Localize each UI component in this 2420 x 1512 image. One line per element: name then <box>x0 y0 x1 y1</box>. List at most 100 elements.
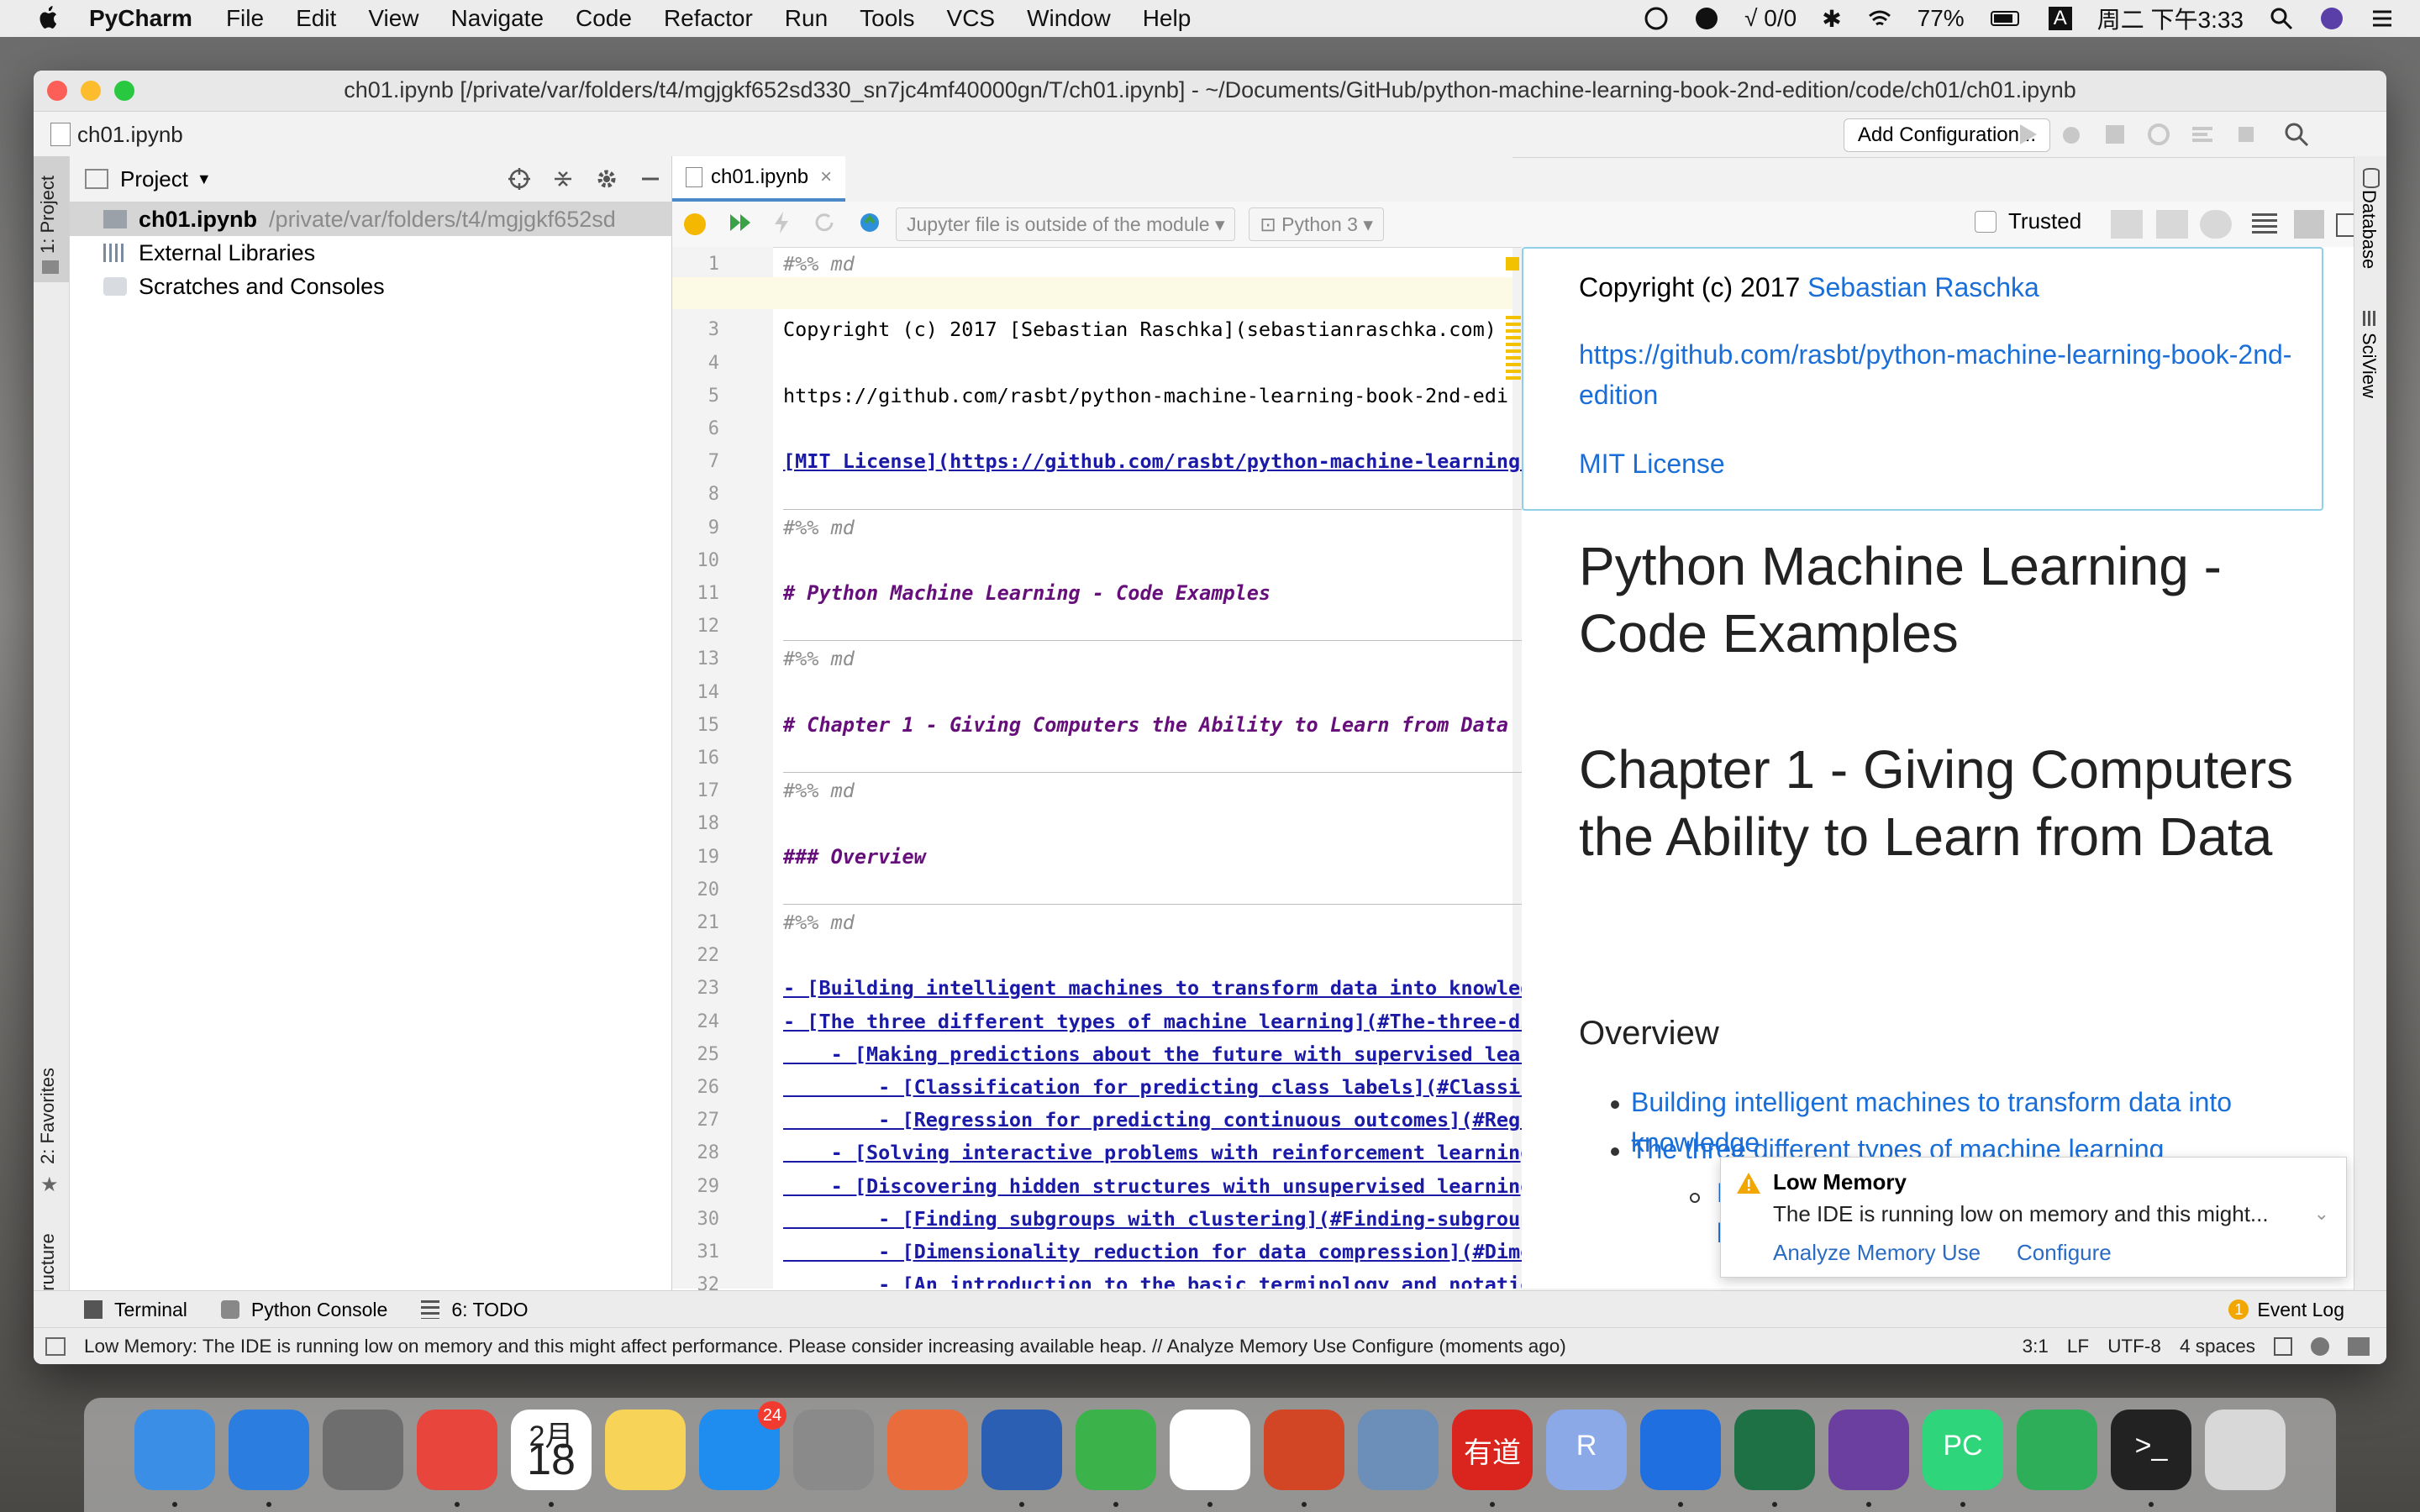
wifi-icon[interactable] <box>1867 6 1892 31</box>
author-link[interactable]: Sebastian Raschka <box>1807 272 2039 302</box>
dock-baidu-netdisk-icon[interactable] <box>1170 1410 1250 1490</box>
dock-system-preferences-icon[interactable] <box>793 1410 874 1490</box>
terminal-tab[interactable]: Terminal <box>84 1299 187 1321</box>
status-check-text[interactable]: √ 0/0 <box>1744 5 1797 32</box>
tree-item-name[interactable]: Scratches and Consoles <box>139 274 385 300</box>
tree-item-scratches[interactable]: Scratches and Consoles <box>70 270 671 303</box>
dock-r-icon[interactable]: R <box>1546 1410 1627 1490</box>
kernel-dropdown[interactable]: ⊡ Python 3 ▾ <box>1249 207 1384 241</box>
toggle-tool-windows-icon[interactable] <box>45 1337 66 1356</box>
code-line[interactable]: Copyright (c) 2017 [Sebastian Raschka](s… <box>783 318 1497 341</box>
code-line[interactable]: ### Overview <box>783 845 926 869</box>
sciview-tab[interactable]: SciView <box>2358 333 2380 398</box>
locate-icon[interactable] <box>507 166 532 192</box>
status-message[interactable]: Low Memory: The IDE is running low on me… <box>84 1336 1566 1357</box>
dock-feishu-icon[interactable] <box>1640 1410 1721 1490</box>
trusted-checkbox-group[interactable]: Trusted <box>1975 208 2081 234</box>
project-tab-label[interactable]: 1: Project <box>37 176 59 254</box>
menu-navigate[interactable]: Navigate <box>451 5 544 32</box>
eye-icon[interactable] <box>2200 210 2232 239</box>
tree-item-name[interactable]: External Libraries <box>139 240 315 266</box>
favorites-tab[interactable]: 2: Favorites <box>37 1068 59 1164</box>
database-tab[interactable]: Database <box>2358 190 2380 269</box>
code-line[interactable]: [MIT License](https://github.com/rasbt/p… <box>783 449 1523 473</box>
line-separator[interactable]: LF <box>2067 1336 2089 1357</box>
hide-panel-icon[interactable] <box>638 166 663 192</box>
spotlight-icon[interactable] <box>2269 6 2294 31</box>
tab-label[interactable]: ch01.ipynb <box>711 165 808 189</box>
split-view-icon[interactable] <box>2294 210 2324 239</box>
run-icon[interactable] <box>2013 120 2042 149</box>
indent-setting[interactable]: 4 spaces <box>2180 1336 2255 1357</box>
jupyter-server-icon[interactable] <box>857 210 882 239</box>
code-editor[interactable]: #%% md Copyright (c) 2017 [Sebastian Rasc… <box>783 247 1523 1289</box>
dock-launchpad-icon[interactable] <box>323 1410 403 1490</box>
dock-word-icon[interactable] <box>981 1410 1062 1490</box>
notification-center-icon[interactable] <box>2370 6 2395 31</box>
module-dropdown[interactable]: Jupyter file is outside of the module ▾ <box>896 207 1236 241</box>
dock-preview-icon[interactable] <box>1358 1410 1439 1490</box>
menu-help[interactable]: Help <box>1143 5 1192 32</box>
menu-edit[interactable]: Edit <box>296 5 336 32</box>
input-method-icon[interactable]: A <box>2048 7 2072 30</box>
tree-item-external-libraries[interactable]: External Libraries <box>70 236 671 270</box>
repo-link-cont[interactable]: edition <box>1579 380 1658 411</box>
siri-icon[interactable] <box>2319 6 2344 31</box>
menu-view[interactable]: View <box>368 5 418 32</box>
menu-code[interactable]: Code <box>576 5 632 32</box>
move-cell-down-icon[interactable] <box>2111 210 2143 239</box>
dock-pycharm-icon[interactable]: PC <box>1923 1410 2003 1490</box>
repo-link[interactable]: https://github.com/rasbt/python-machine-… <box>1579 339 2291 370</box>
shield-icon[interactable] <box>1694 6 1719 31</box>
dock-powerpoint-icon[interactable] <box>1264 1410 1344 1490</box>
code-line[interactable]: https://github.com/rasbt/python-machine-… <box>783 384 1508 407</box>
code-line[interactable]: - [Discovering hidden structures with un… <box>783 1174 1523 1198</box>
breadcrumb-file[interactable]: ch01.ipynb <box>77 122 183 148</box>
close-tab-icon[interactable]: × <box>820 165 832 189</box>
dock-safari-icon[interactable] <box>229 1410 309 1490</box>
code-line[interactable]: - [Solving interactive problems with rei… <box>783 1141 1523 1164</box>
move-cell-up-icon[interactable] <box>2156 210 2188 239</box>
code-line[interactable]: - [Building intelligent machines to tran… <box>783 976 1523 1000</box>
profile-icon[interactable] <box>2144 120 2173 149</box>
analyze-memory-link[interactable]: Analyze Memory Use <box>1773 1240 1981 1266</box>
toc-link-1[interactable]: Building intelligent machines to transfo… <box>1631 1087 2232 1118</box>
menu-app-name[interactable]: PyCharm <box>89 5 192 32</box>
dock-notes-icon[interactable] <box>605 1410 686 1490</box>
todo-tab[interactable]: 6: TODO <box>421 1299 529 1321</box>
coverage-icon[interactable] <box>2101 120 2129 149</box>
code-line[interactable]: - [Regression for predicting continuous … <box>783 1108 1523 1131</box>
code-line[interactable]: #%% md <box>783 779 855 802</box>
code-line[interactable]: - [Making predictions about the future w… <box>783 1042 1523 1066</box>
code-line[interactable]: # Chapter 1 - Giving Computers the Abili… <box>783 713 1508 737</box>
debug-icon[interactable] <box>2057 120 2086 149</box>
python-console-tab[interactable]: Python Console <box>220 1299 387 1321</box>
code-line[interactable]: - [The three different types of machine … <box>783 1010 1523 1033</box>
breadcrumb[interactable]: ch01.ipynb <box>50 122 183 148</box>
dock-finder-icon[interactable] <box>134 1410 215 1490</box>
dock-terminal-icon[interactable]: >_ <box>2111 1410 2191 1490</box>
event-log-tab[interactable]: 1 Event Log <box>2228 1299 2344 1321</box>
chat-icon[interactable] <box>1644 6 1669 31</box>
apple-icon[interactable] <box>34 3 64 34</box>
dock-excel-icon[interactable] <box>1734 1410 1815 1490</box>
tree-item-name[interactable]: ch01.ipynb <box>139 207 257 233</box>
code-line[interactable]: - [Dimensionality reduction for data com… <box>783 1240 1523 1263</box>
concurrency-icon[interactable] <box>2188 120 2217 149</box>
code-line[interactable]: #%% md <box>783 911 855 934</box>
inspector-icon[interactable] <box>2311 1337 2329 1356</box>
code-line[interactable]: #%% md <box>783 516 855 539</box>
dock-app-store-icon[interactable]: 24 <box>699 1401 786 1490</box>
code-line[interactable]: #%% md <box>783 647 855 670</box>
project-tool-tab[interactable]: 1: Project <box>34 156 69 282</box>
license-link[interactable]: MIT License <box>1579 449 1725 480</box>
dock-chrome-icon[interactable] <box>417 1410 497 1490</box>
menu-file[interactable]: File <box>226 5 264 32</box>
code-line[interactable]: - [An introduction to the basic terminol… <box>783 1273 1523 1289</box>
settings-gear-icon[interactable] <box>594 166 619 192</box>
battery-icon[interactable] <box>1990 6 2023 31</box>
dock-trash-icon[interactable] <box>2205 1410 2286 1490</box>
dock-wechat-icon[interactable] <box>1076 1410 1156 1490</box>
editor-only-icon[interactable] <box>2252 213 2277 235</box>
file-encoding[interactable]: UTF-8 <box>2107 1336 2161 1357</box>
